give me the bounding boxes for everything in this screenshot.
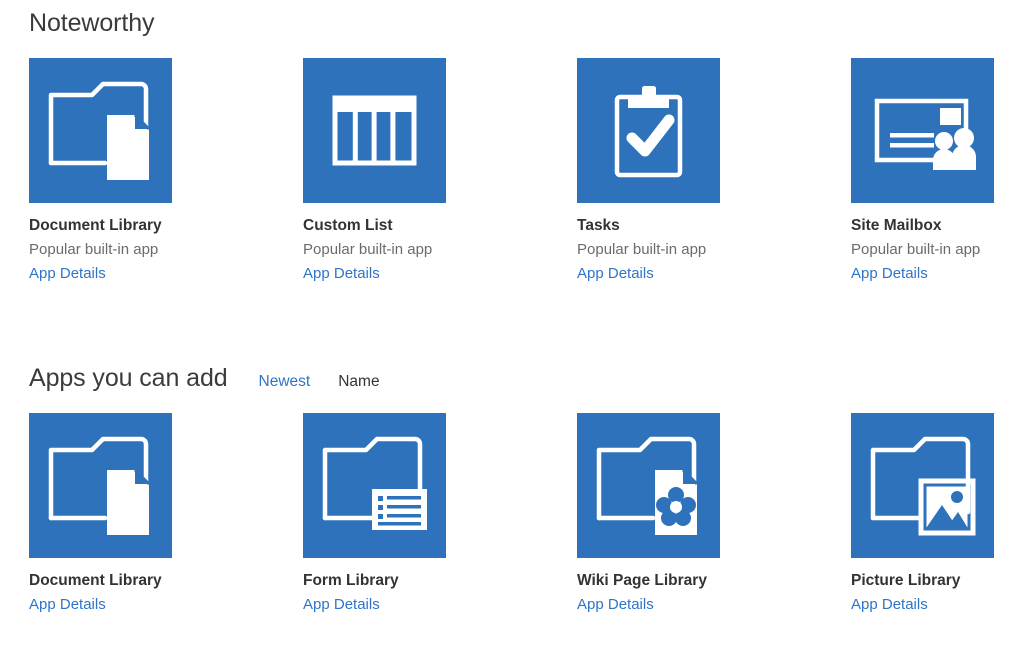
app-tile-wiki-page-library[interactable]: [577, 413, 720, 558]
addable-app-grid: Document Library App Details Form Librar…: [29, 413, 994, 614]
table-columns-icon: [332, 95, 417, 166]
mailbox-people-icon: [874, 98, 976, 170]
app-card-title: Form Library: [303, 572, 399, 589]
app-card-title: Picture Library: [851, 572, 961, 589]
add-an-app-page: Noteworthy Document Library Popular buil…: [0, 0, 1024, 647]
app-tile-site-mailbox[interactable]: [851, 58, 994, 203]
app-card-title: Document Library: [29, 572, 162, 589]
addable-section-header: Apps you can add Newest Name: [0, 363, 1024, 393]
folder-document-icon: [48, 81, 151, 180]
folder-form-icon: [322, 436, 427, 530]
app-details-link[interactable]: App Details: [851, 595, 994, 614]
app-card-title: Site Mailbox: [851, 217, 942, 234]
app-details-link[interactable]: App Details: [577, 264, 720, 283]
app-details-link[interactable]: App Details: [29, 264, 172, 283]
app-tile-tasks[interactable]: [577, 58, 720, 203]
folder-picture-icon: [870, 436, 976, 536]
clipboard-check-icon: [614, 86, 683, 178]
folder-wiki-icon: [596, 436, 699, 535]
folder-document-icon: [48, 436, 151, 535]
app-details-link[interactable]: App Details: [303, 595, 446, 614]
app-card-subtitle: Popular built-in app: [29, 241, 159, 258]
app-card-title: Wiki Page Library: [577, 572, 707, 589]
app-card-subtitle: Popular built-in app: [577, 241, 707, 258]
app-card-picture-library[interactable]: Picture Library App Details: [851, 413, 994, 614]
noteworthy-heading: Noteworthy: [29, 9, 155, 37]
app-tile-document-library-2[interactable]: [29, 413, 172, 558]
addable-heading: Apps you can add: [29, 364, 228, 392]
app-card-subtitle: Popular built-in app: [851, 241, 981, 258]
noteworthy-section-header: Noteworthy: [0, 8, 1024, 38]
app-card-wiki-page-library[interactable]: Wiki Page Library App Details: [577, 413, 720, 614]
app-card-title: Document Library: [29, 217, 162, 234]
app-card-custom-list[interactable]: Custom List Popular built-in app App Det…: [303, 58, 446, 283]
app-tile-picture-library[interactable]: [851, 413, 994, 558]
app-card-subtitle: Popular built-in app: [303, 241, 433, 258]
app-details-link[interactable]: App Details: [577, 595, 720, 614]
noteworthy-app-grid: Document Library Popular built-in app Ap…: [29, 58, 994, 283]
app-tile-form-library[interactable]: [303, 413, 446, 558]
app-card-form-library[interactable]: Form Library App Details: [303, 413, 446, 614]
app-details-link[interactable]: App Details: [851, 264, 994, 283]
app-card-document-library-2[interactable]: Document Library App Details: [29, 413, 172, 614]
sort-controls: Newest Name: [259, 372, 408, 392]
app-tile-custom-list[interactable]: [303, 58, 446, 203]
app-details-link[interactable]: App Details: [303, 264, 446, 283]
app-card-title: Tasks: [577, 217, 620, 234]
sort-name-link[interactable]: Name: [338, 372, 379, 392]
app-card-tasks[interactable]: Tasks Popular built-in app App Details: [577, 58, 720, 283]
app-details-link[interactable]: App Details: [29, 595, 172, 614]
app-card-title: Custom List: [303, 217, 393, 234]
sort-newest-link[interactable]: Newest: [259, 372, 311, 392]
app-card-document-library[interactable]: Document Library Popular built-in app Ap…: [29, 58, 172, 283]
app-tile-document-library[interactable]: [29, 58, 172, 203]
app-card-site-mailbox[interactable]: Site Mailbox Popular built-in app App De…: [851, 58, 994, 283]
